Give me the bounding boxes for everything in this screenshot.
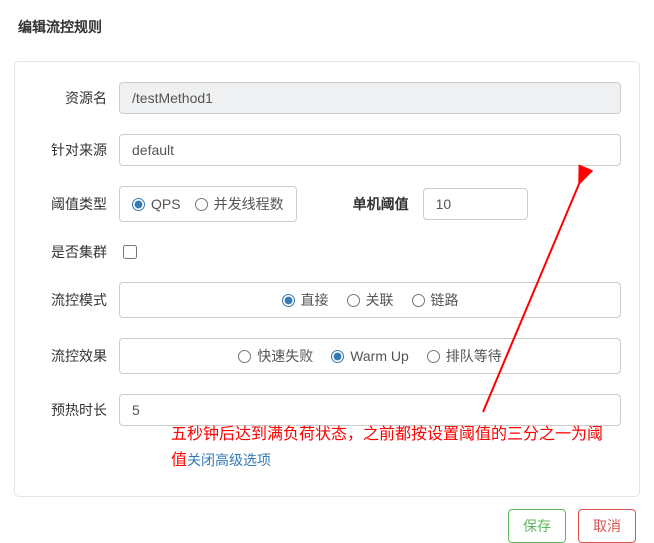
radio-relate[interactable]: 关联 — [347, 290, 394, 310]
row-resource: 资源名 /testMethod1 — [33, 82, 621, 114]
radio-direct[interactable]: 直接 — [282, 290, 329, 310]
threshold-type-group: QPS 并发线程数 — [119, 186, 297, 222]
dialog-title: 编辑流控规则 — [0, 0, 654, 51]
row-mode: 流控模式 直接 关联 链路 — [33, 282, 621, 318]
effect-group: 快速失败 Warm Up 排队等待 — [119, 338, 621, 374]
radio-queue[interactable]: 排队等待 — [427, 346, 502, 366]
label-threshold-type: 阈值类型 — [33, 194, 119, 214]
row-cluster: 是否集群 — [33, 242, 621, 262]
warmup-period-input[interactable] — [119, 394, 621, 426]
label-resource: 资源名 — [33, 88, 119, 108]
row-effect: 流控效果 快速失败 Warm Up 排队等待 — [33, 338, 621, 374]
label-mode: 流控模式 — [33, 290, 119, 310]
label-effect: 流控效果 — [33, 346, 119, 366]
dialog-footer: 保存 取消 — [0, 497, 654, 543]
row-threshold-type: 阈值类型 QPS 并发线程数 单机阈值 — [33, 186, 621, 222]
label-single-threshold: 单机阈值 — [353, 194, 409, 214]
mode-group: 直接 关联 链路 — [119, 282, 621, 318]
toggle-advanced-link[interactable]: 关闭高级选项 — [187, 452, 271, 468]
label-warmup: 预热时长 — [33, 400, 119, 420]
form-panel: 资源名 /testMethod1 针对来源 阈值类型 QPS 并发线程数 单机阈… — [14, 61, 640, 497]
row-limit-app: 针对来源 — [33, 134, 621, 166]
radio-thread[interactable]: 并发线程数 — [195, 194, 284, 214]
cluster-checkbox[interactable] — [123, 245, 137, 259]
label-limit-app: 针对来源 — [33, 140, 119, 160]
radio-chain[interactable]: 链路 — [412, 290, 459, 310]
save-button[interactable]: 保存 — [508, 509, 566, 543]
radio-warmup[interactable]: Warm Up — [331, 348, 409, 364]
annotation-text: 五秒钟后达到满负荷状态，之前都按设置阈值的三分之一为阈值关闭高级选项 — [171, 422, 611, 473]
label-cluster: 是否集群 — [33, 242, 119, 262]
resource-name-field: /testMethod1 — [119, 82, 621, 114]
single-threshold-input[interactable] — [423, 188, 528, 220]
row-warmup: 预热时长 — [33, 394, 621, 426]
radio-qps[interactable]: QPS — [132, 196, 181, 212]
radio-fail[interactable]: 快速失败 — [238, 346, 313, 366]
limit-app-input[interactable] — [119, 134, 621, 166]
cancel-button[interactable]: 取消 — [578, 509, 636, 543]
